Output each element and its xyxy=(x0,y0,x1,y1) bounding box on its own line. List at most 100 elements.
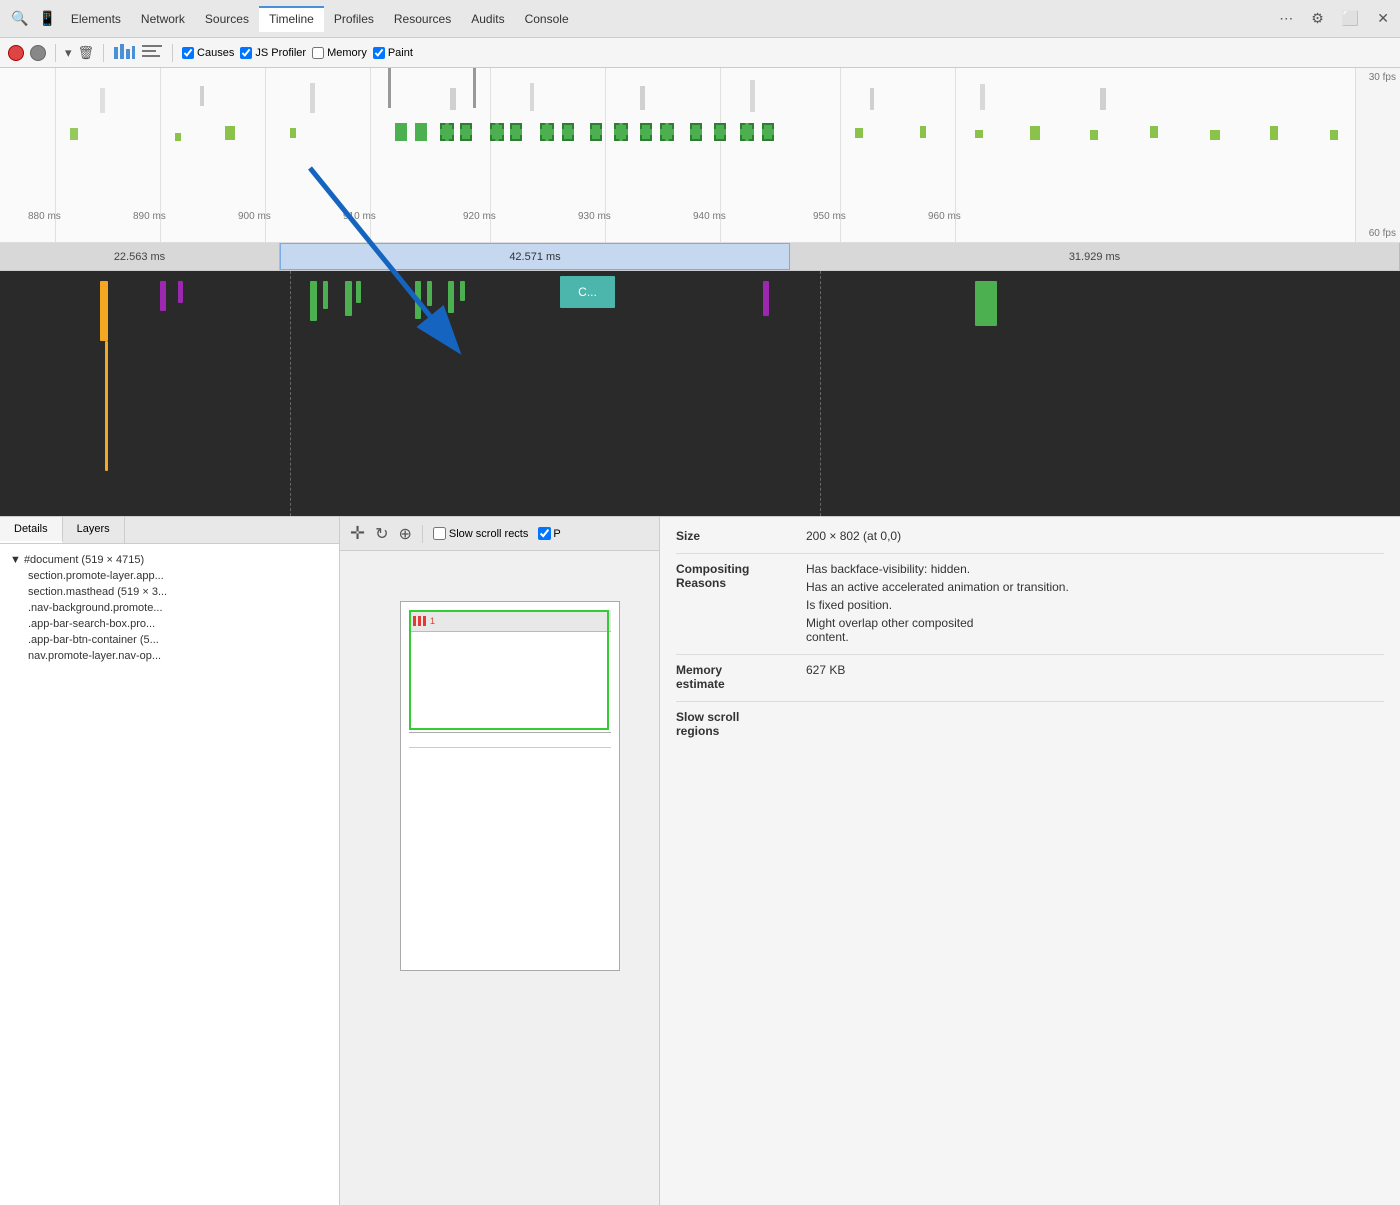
event-green-7 xyxy=(448,281,454,313)
timeline-main[interactable]: C... xyxy=(0,271,1400,516)
event-green-5 xyxy=(415,281,421,319)
nav-item-elements[interactable]: Elements xyxy=(61,6,131,32)
nav-item-network[interactable]: Network xyxy=(131,6,195,32)
layer-divider xyxy=(409,732,611,733)
middle-panel: ✛ ↻ ⊕ Slow scroll rects P xyxy=(340,517,660,1205)
frame-bar-r8 xyxy=(1270,126,1278,140)
tab-layers[interactable]: Layers xyxy=(63,517,125,543)
compositing-label: Compositing Reasons xyxy=(676,562,806,590)
frame-bar-r6 xyxy=(1150,126,1158,138)
trash-icon[interactable]: 🗑 xyxy=(78,45,95,61)
fps-30-label: 30 fps xyxy=(1360,72,1396,83)
reset-icon[interactable]: ⊕ xyxy=(399,524,412,544)
slow-scroll-row: Slow scroll regions xyxy=(676,710,1384,738)
tab-details[interactable]: Details xyxy=(0,517,63,543)
separator3 xyxy=(172,44,173,62)
event-green-4 xyxy=(356,281,361,303)
layer-preview-box: 1 xyxy=(400,601,620,971)
reason-3: Is fixed position. xyxy=(806,598,1384,612)
slow-scroll-check[interactable] xyxy=(433,527,446,540)
tree-item-4[interactable]: .app-bar-search-box.pro... xyxy=(10,616,329,632)
reason-1: Has backface-visibility: hidden. xyxy=(806,562,1384,576)
tree-root[interactable]: ▼ #document (519 × 4715) xyxy=(10,552,329,568)
frame-bar-2 xyxy=(175,133,181,141)
top-nav: 🔍 📱 Elements Network Sources Timeline Pr… xyxy=(0,0,1400,38)
frame-green-2 xyxy=(415,123,427,141)
guide-line-1 xyxy=(290,271,291,516)
expand-icon[interactable]: ⋯ xyxy=(1274,8,1298,29)
rotate-icon[interactable]: ↻ xyxy=(375,524,388,544)
nav-item-sources[interactable]: Sources xyxy=(195,6,259,32)
tree-item-2[interactable]: section.masthead (519 × 3... xyxy=(10,584,329,600)
event-green-3 xyxy=(345,281,352,316)
frame-bar-r3 xyxy=(975,130,983,138)
memory-row: Memory estimate 627 KB xyxy=(676,663,1384,691)
causes-check-input[interactable] xyxy=(182,47,194,59)
compositing-row: Compositing Reasons Has backface-visibil… xyxy=(676,562,1384,644)
frame-green-4 xyxy=(460,123,472,141)
pan-icon[interactable]: ✛ xyxy=(350,523,365,544)
nav-item-console[interactable]: Console xyxy=(515,6,579,32)
slow-scroll-rects-label[interactable]: Slow scroll rects xyxy=(433,527,528,540)
js-profiler-check-input[interactable] xyxy=(240,47,252,59)
segment-left[interactable]: 22.563 ms xyxy=(0,243,280,270)
event-purple-3 xyxy=(763,281,769,316)
nav-search-icon[interactable]: 🔍 xyxy=(6,8,33,29)
frame-green-12 xyxy=(660,123,674,141)
segment-selected[interactable]: 42.571 ms xyxy=(280,243,790,270)
time-label-930: 930 ms xyxy=(578,211,611,222)
nav-item-audits[interactable]: Audits xyxy=(461,6,514,32)
timeline-ruler[interactable]: 30 fps 60 fps 880 ms 890 ms 900 ms 910 m… xyxy=(0,68,1400,243)
memory-value: 627 KB xyxy=(806,663,1384,677)
toolbar: ▾ 🗑 Causes JS Profiler Memory Paint xyxy=(0,38,1400,68)
separator xyxy=(422,525,423,543)
event-yellow-stem xyxy=(105,341,108,471)
bottom-area: Details Layers ▼ #document (519 × 4715) … xyxy=(0,516,1400,1205)
nav-item-profiles[interactable]: Profiles xyxy=(324,6,384,32)
filter-icon[interactable]: ▾ xyxy=(65,45,72,61)
paint-check-input[interactable] xyxy=(373,47,385,59)
close-icon[interactable]: ✕ xyxy=(1372,8,1394,29)
stop-button[interactable] xyxy=(30,45,46,61)
event-c-block: C... xyxy=(560,276,615,308)
frame-green-8 xyxy=(562,123,574,141)
memory-checkbox[interactable]: Memory xyxy=(312,47,367,59)
tree-item-3[interactable]: .nav-background.promote... xyxy=(10,600,329,616)
reason-4: Might overlap other composited xyxy=(806,616,1384,630)
separator2 xyxy=(103,44,104,62)
nav-item-timeline[interactable]: Timeline xyxy=(259,6,324,32)
record-button[interactable] xyxy=(8,45,24,61)
event-green-6 xyxy=(427,281,432,306)
memory-check-input[interactable] xyxy=(312,47,324,59)
marker-v2 xyxy=(473,68,476,108)
frame-bar-r7 xyxy=(1210,130,1220,140)
reason-2: Has an active accelerated animation or t… xyxy=(806,580,1384,594)
nav-item-resources[interactable]: Resources xyxy=(384,6,461,32)
segment-right[interactable]: 31.929 ms xyxy=(790,243,1400,270)
tree-item-1[interactable]: section.promote-layer.app... xyxy=(10,568,329,584)
frame-green-13 xyxy=(690,123,702,141)
dock-icon[interactable]: ⬜ xyxy=(1337,8,1364,29)
event-purple-2 xyxy=(178,281,183,303)
time-label-890: 890 ms xyxy=(133,211,166,222)
nav-device-icon[interactable]: 📱 xyxy=(33,8,60,29)
p-check-input[interactable] xyxy=(538,527,551,540)
timeline-view-icon[interactable] xyxy=(141,43,163,62)
event-green-2 xyxy=(323,281,328,309)
p-checkbox[interactable]: P xyxy=(538,527,560,540)
layers-canvas[interactable]: 1 xyxy=(340,551,659,1205)
left-panel: Details Layers ▼ #document (519 × 4715) … xyxy=(0,517,340,1205)
size-row: Size 200 × 802 (at 0,0) xyxy=(676,529,1384,543)
bar-chart-icon[interactable] xyxy=(113,43,135,62)
paint-checkbox[interactable]: Paint xyxy=(373,47,413,59)
tree-item-6[interactable]: nav.promote-layer.nav-op... xyxy=(10,648,329,664)
selection-bar[interactable]: 22.563 ms 42.571 ms 31.929 ms xyxy=(0,243,1400,271)
settings-icon[interactable]: ⚙ xyxy=(1306,8,1329,29)
causes-checkbox[interactable]: Causes xyxy=(182,47,234,59)
js-profiler-checkbox[interactable]: JS Profiler xyxy=(240,47,306,59)
event-green-right xyxy=(975,281,997,326)
separator xyxy=(55,44,56,62)
time-label-950: 950 ms xyxy=(813,211,846,222)
time-label-920: 920 ms xyxy=(463,211,496,222)
tree-item-5[interactable]: .app-bar-btn-container (5... xyxy=(10,632,329,648)
